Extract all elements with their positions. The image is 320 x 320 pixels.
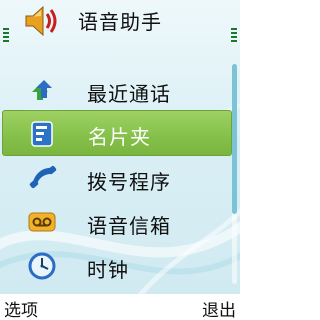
dialer-icon	[29, 165, 57, 189]
clock-icon	[28, 252, 56, 280]
menu-item-clock[interactable]: 时钟	[0, 244, 232, 288]
menu-item-contacts[interactable]: 名片夹	[2, 110, 232, 156]
menu-item-voicemail[interactable]: 语音信箱	[0, 200, 232, 244]
header: 语音助手	[0, 0, 240, 42]
menu-item-label: 时钟	[87, 258, 129, 282]
contacts-icon	[31, 121, 53, 147]
recent-calls-icon	[32, 80, 52, 100]
signal-strength-icon	[3, 28, 9, 44]
options-softkey[interactable]: 选项	[4, 296, 38, 320]
speaker-icon	[25, 5, 57, 37]
exit-softkey[interactable]: 退出	[202, 296, 236, 320]
voicemail-icon	[28, 212, 56, 232]
scrollbar-thumb[interactable]	[232, 64, 237, 214]
softkey-bar: 选项 退出	[0, 294, 240, 320]
app-title: 语音助手	[78, 10, 162, 34]
menu-item-dialer[interactable]: 拨号程序	[0, 156, 232, 200]
menu-item-label: 语音信箱	[87, 214, 171, 238]
scrollbar[interactable]	[232, 64, 237, 284]
screen: 语音助手 最近通话 名片夹 拨号程序 语音信箱 时钟 选项 退出	[0, 0, 240, 320]
menu-item-recent-calls[interactable]: 最近通话	[0, 68, 232, 112]
menu-item-label: 最近通话	[87, 82, 171, 106]
menu-item-label: 拨号程序	[87, 170, 171, 194]
menu-item-label: 名片夹	[88, 125, 151, 149]
battery-level-icon	[231, 28, 237, 44]
